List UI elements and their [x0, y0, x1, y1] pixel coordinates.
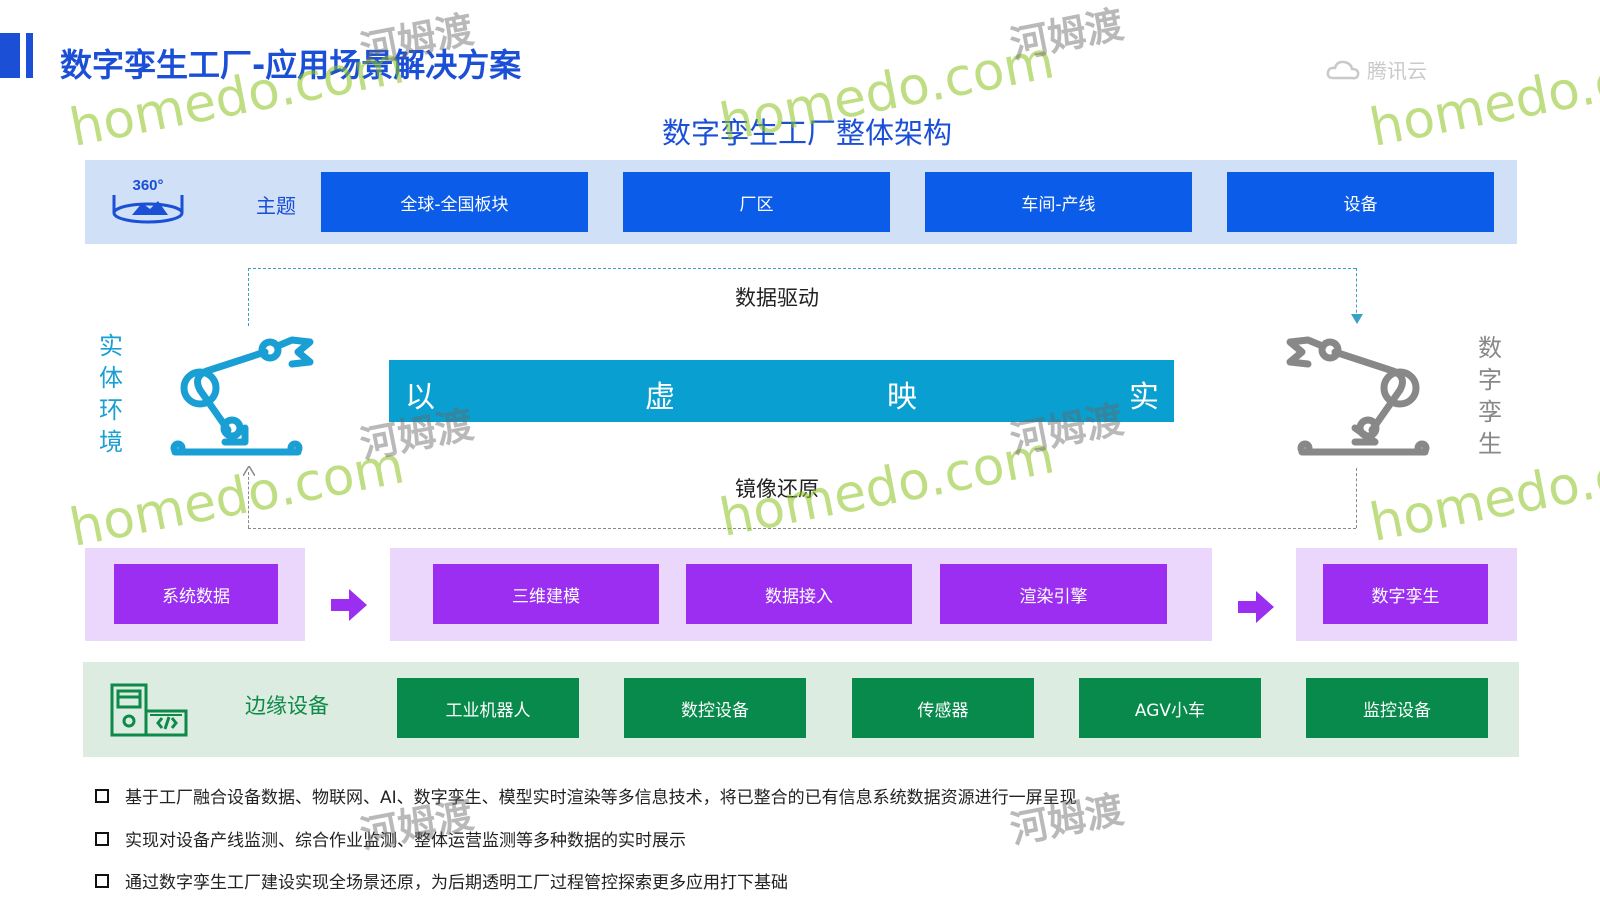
- data-driven-connector-left: [248, 268, 249, 326]
- panorama-360-icon: 360°: [110, 175, 186, 227]
- watermark-cn: 河姆渡: [1006, 2, 1128, 68]
- mirror-restore-connector-right: [1356, 468, 1357, 528]
- process-step-render-engine: 渲染引擎: [940, 564, 1167, 624]
- title-accent-bar-thin: [26, 33, 33, 78]
- digital-twin-box: 数字孪生: [1323, 564, 1488, 624]
- arrow-right-icon: [1238, 591, 1274, 623]
- data-driven-arrowhead: [1351, 314, 1363, 324]
- edge-item-cnc-equipment: 数控设备: [624, 678, 806, 738]
- cloud-icon: [1326, 60, 1360, 79]
- digital-robot-arm-icon: [1280, 330, 1430, 464]
- edge-item-monitoring: 监控设备: [1306, 678, 1488, 738]
- data-driven-label: 数据驱动: [735, 286, 819, 310]
- edge-item-industrial-robot: 工业机器人: [397, 678, 579, 738]
- watermark-text: homedo.com: [1365, 35, 1600, 159]
- brand-logo: 腾讯云: [1325, 55, 1427, 84]
- square-bullet-icon: [95, 788, 109, 803]
- banner-char-3: 映: [887, 380, 917, 415]
- watermark-cn: 河姆渡: [356, 402, 478, 468]
- theme-item-workshop: 车间-产线: [925, 172, 1192, 232]
- edge-item-agv: AGV小车: [1079, 678, 1261, 738]
- square-bullet-icon: [95, 831, 109, 846]
- brand-name: 腾讯云: [1367, 59, 1427, 83]
- data-driven-connector: [248, 268, 1356, 269]
- edge-device-icon: [110, 683, 188, 743]
- physical-environment-label: 实 体 环 境: [99, 332, 123, 456]
- square-bullet-icon: [95, 873, 109, 888]
- edge-item-sensor: 传感器: [852, 678, 1034, 738]
- digital-twin-vertical-label: 数 字 孪 生: [1478, 334, 1502, 458]
- banner-char-4: 实: [1129, 380, 1159, 415]
- process-step-3d-modeling: 三维建模: [433, 564, 659, 624]
- data-driven-connector-right: [1356, 268, 1357, 318]
- title-accent-bar: [0, 33, 20, 78]
- theme-label: 主题: [256, 194, 296, 218]
- bullet-item: 基于工厂融合设备数据、物联网、AI、数字孪生、模型实时渲染等多信息技术，将已整合…: [95, 783, 1077, 808]
- panorama-360-label: 360°: [132, 177, 163, 194]
- theme-item-device: 设备: [1227, 172, 1494, 232]
- arrow-right-icon: [331, 589, 367, 621]
- theme-item-plant: 厂区: [623, 172, 890, 232]
- system-data-box: 系统数据: [114, 564, 278, 624]
- watermark-text: homedo.com: [715, 425, 1060, 549]
- banner-char-2: 虚: [645, 380, 675, 415]
- physical-robot-arm-icon: [170, 330, 320, 464]
- theme-item-global: 全球-全国板块: [321, 172, 588, 232]
- bullet-item: 通过数字孪生工厂建设实现全场景还原，为后期透明工厂过程管控探索更多应用打下基础: [95, 868, 788, 893]
- edge-device-label: 边缘设备: [245, 694, 329, 718]
- process-step-data-access: 数据接入: [686, 564, 912, 624]
